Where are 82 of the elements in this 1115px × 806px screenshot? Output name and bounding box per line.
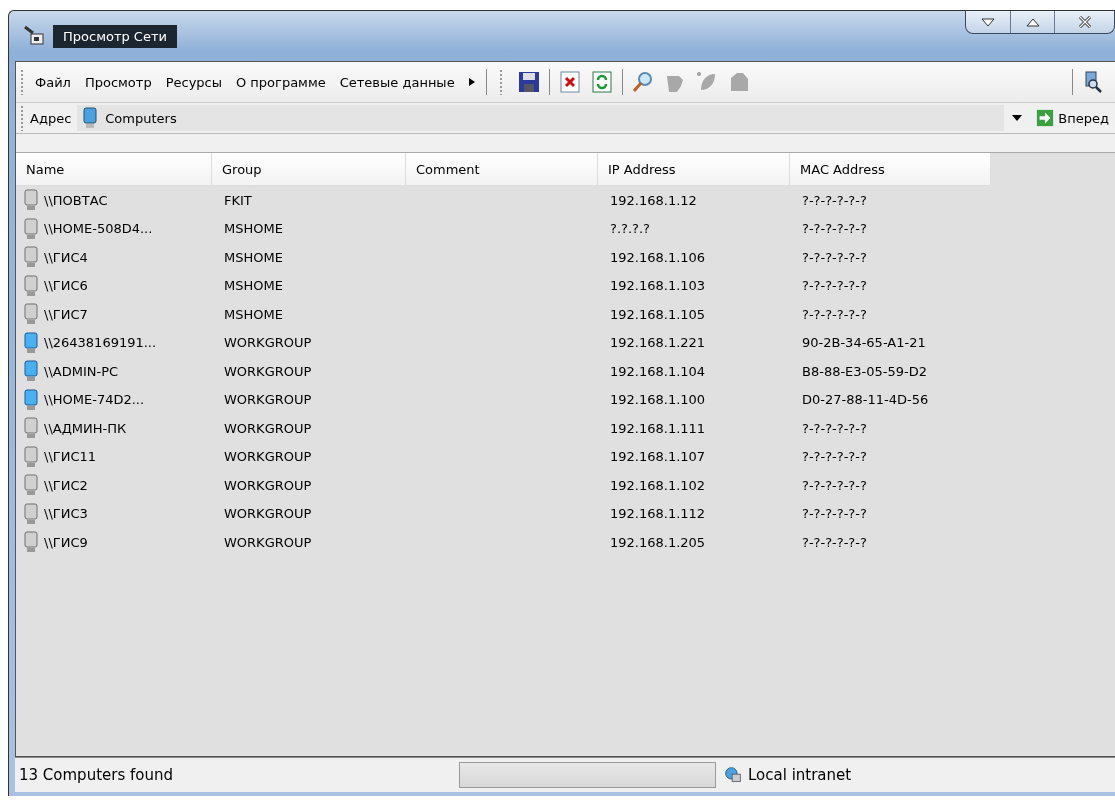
table-cell-text: 192.168.1.106 (609, 249, 707, 265)
table-cell-text: WORKGROUP (223, 449, 313, 465)
menu-item[interactable]: Файл (30, 70, 76, 94)
table-cell: \\HOME-74D2... (44, 392, 145, 408)
table-cell-text: B8-88-E3-05-59-D2 (801, 363, 929, 379)
table-cell: \\ПОВТАС (44, 192, 108, 208)
table-cell: \\ГИС4 (44, 249, 88, 265)
table-cell-text: 192.168.1.105 (609, 306, 707, 322)
toolbar-grip[interactable] (20, 69, 24, 95)
app-icon (23, 25, 45, 47)
table-cell-text: WORKGROUP (223, 335, 313, 351)
computer-icon (81, 107, 100, 129)
table-cell-text: 192.168.1.104 (609, 363, 707, 379)
menu-item[interactable]: Ресурсы (160, 70, 227, 94)
menu-item[interactable]: Просмотр (79, 70, 157, 94)
table-cell-text: 192.168.1.12 (609, 192, 698, 208)
column-header[interactable]: Name (16, 153, 212, 185)
toolbar-grip[interactable] (20, 105, 24, 131)
table-cell-text: 90-2B-34-65-A1-21 (801, 335, 927, 351)
column-header[interactable]: Group (212, 153, 406, 185)
delete-document-icon[interactable] (557, 70, 582, 94)
table-cell-text: WORKGROUP (223, 477, 313, 493)
table-cell-text: 192.168.1.221 (609, 335, 707, 351)
address-label: Адрес (30, 110, 72, 126)
table-cell-text: MSHOME (223, 306, 284, 322)
table-cell-text: D0-27-88-11-4D-56 (801, 392, 930, 408)
maximize-icon (1025, 17, 1040, 27)
table-cell-text: ?-?-?-?-?-? (801, 192, 868, 208)
table-cell-text: WORKGROUP (223, 420, 313, 436)
table-cell: \\ГИС3 (44, 506, 88, 522)
column-header[interactable]: MAC Address (790, 153, 991, 185)
table-cell-text: ?-?-?-?-?-? (801, 221, 868, 237)
table-cell-text: 192.168.1.111 (609, 420, 707, 436)
column-header[interactable]: IP Address (598, 153, 790, 185)
table-cell-text: 192.168.1.100 (609, 392, 707, 408)
minimize-icon (981, 17, 995, 27)
menu-item[interactable]: Сетевые данные (334, 70, 460, 94)
table-cell: \\ГИС2 (44, 477, 88, 493)
address-value: Computers (105, 110, 177, 126)
column-header[interactable]: Comment (406, 153, 598, 185)
table-cell: \\ADMIN-PC (44, 363, 119, 379)
table-cell-text: 192.168.1.112 (609, 506, 707, 522)
overflow-arrow-icon[interactable] (467, 77, 476, 87)
table-cell-text: 192.168.1.107 (609, 449, 707, 465)
save-icon[interactable] (516, 70, 541, 94)
table-cell: \\ГИС7 (44, 306, 88, 322)
table-cell-text: ?-?-?-?-?-? (801, 477, 868, 493)
table-cell-text: WORKGROUP (223, 392, 313, 408)
search-icon[interactable] (630, 70, 655, 94)
table-cell-text: MSHOME (223, 278, 284, 294)
table-cell-text: ?-?-?-?-?-? (801, 306, 868, 322)
table-cell-text: WORKGROUP (223, 363, 313, 379)
address-field[interactable]: Computers (77, 105, 1005, 131)
menu-item[interactable]: О программе (231, 70, 331, 94)
table-cell-text: MSHOME (223, 249, 284, 265)
table-cell-text: WORKGROUP (223, 534, 313, 550)
table-cell-text: 192.168.1.103 (609, 278, 707, 294)
table-cell-text: ?.?.?.? (609, 221, 651, 237)
table-cell-text: ?-?-?-?-?-? (801, 449, 868, 465)
table-cell: \\ГИС9 (44, 534, 88, 550)
dropdown-arrow-icon[interactable] (1012, 115, 1023, 121)
status-message: 13 Computers found (18, 766, 174, 784)
table-cell-text: 192.168.1.205 (609, 534, 707, 550)
table-cell: \\26438169191... (44, 335, 157, 351)
table-cell: \\АДМИН-ПК (44, 420, 127, 436)
go-button[interactable]: Вперед (1030, 107, 1115, 129)
close-icon (1076, 16, 1093, 28)
table-cell: \\ГИС11 (44, 449, 97, 465)
table-cell-text: MSHOME (223, 221, 284, 237)
table-cell-text: ?-?-?-?-?-? (801, 534, 868, 550)
table-cell-text: ?-?-?-?-?-? (801, 278, 868, 294)
table-cell-text: WORKGROUP (223, 506, 313, 522)
table-cell-text: ?-?-?-?-?-? (801, 420, 868, 436)
table-cell-text: ?-?-?-?-?-? (801, 506, 868, 522)
zone-label: Local intranet (748, 766, 852, 784)
table-cell: \\ГИС6 (44, 278, 88, 294)
refresh-document-icon[interactable] (589, 70, 614, 94)
window-title: Просмотр Сети (53, 24, 177, 48)
table-cell: \\HOME-508D4... (44, 221, 153, 237)
table-cell-text: FKIT (223, 192, 253, 208)
table-cell-text: ?-?-?-?-?-? (801, 249, 868, 265)
table-cell-text: 192.168.1.102 (609, 477, 707, 493)
